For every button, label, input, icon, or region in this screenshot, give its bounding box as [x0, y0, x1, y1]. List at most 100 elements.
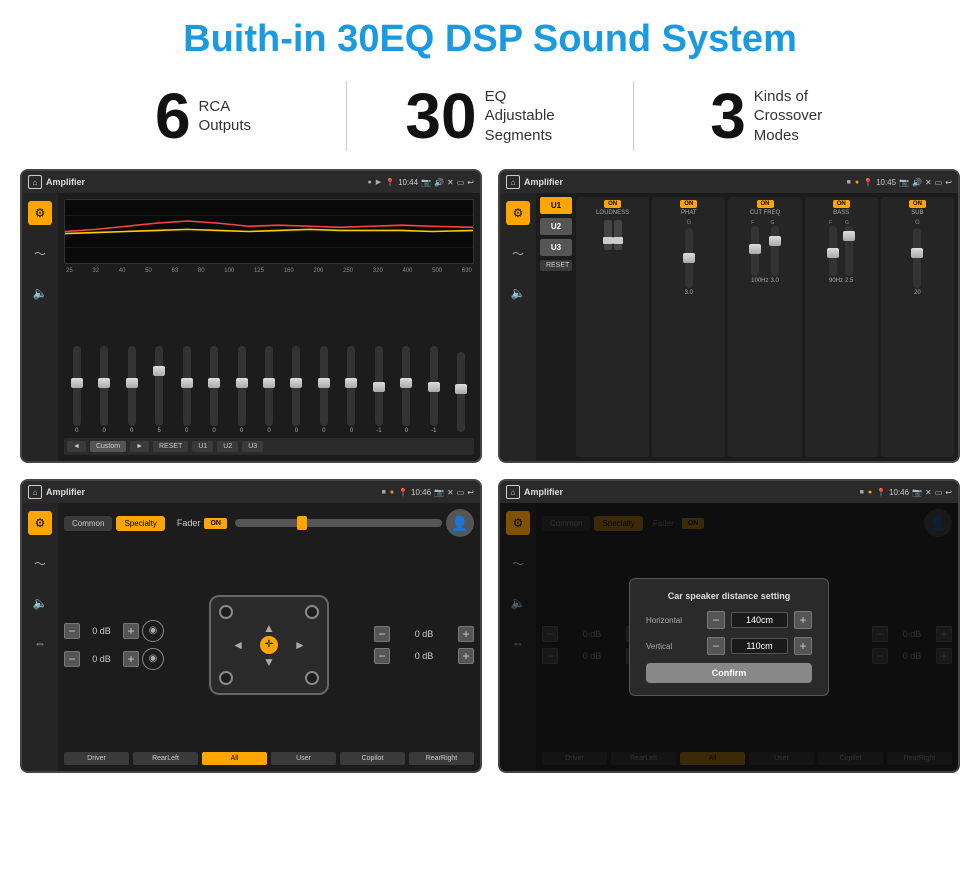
speaker-icon[interactable]: 🔈 — [28, 281, 52, 305]
screen1-title: Amplifier — [46, 177, 363, 187]
tab-specialty[interactable]: Specialty — [116, 516, 164, 531]
eq-icon[interactable]: ⚙ — [28, 201, 52, 225]
stat-crossover: 3 Kinds of Crossover Modes — [634, 84, 920, 148]
screen-eq: ⌂ Amplifier ● ▶ 📍 10:44 📷 🔊 ✕ ▭ ↩ ⚙ 〜 🔈 — [20, 169, 482, 463]
status-icons-2: 📍 10:45 📷 🔊 ✕ ▭ ↩ — [863, 178, 952, 187]
bass-control: ON BASS F 90Hz G — [805, 197, 878, 457]
car-center: ✛ — [260, 636, 278, 654]
eq-slider-12: -1 — [366, 346, 391, 434]
preset-u2[interactable]: U2 — [540, 218, 572, 235]
status-icons-1: 📍 10:44 📷 🔊 ✕ ▭ ↩ — [385, 178, 474, 187]
home-icon-2[interactable]: ⌂ — [506, 175, 520, 189]
amp-reset[interactable]: RESET — [540, 260, 572, 271]
speaker-rr — [305, 671, 319, 685]
stat-number-eq: 30 — [405, 84, 476, 148]
confirm-button[interactable]: Confirm — [646, 663, 812, 683]
btn-all[interactable]: All — [202, 752, 267, 765]
amp-main: U1 U2 U3 RESET ON LOUDNESS — [536, 193, 958, 461]
u2-button[interactable]: U2 — [217, 441, 238, 452]
fader-bottom: Driver RearLeft All User Copilot RearRig… — [64, 752, 474, 765]
speaker-fr — [305, 605, 319, 619]
loudness-control: ON LOUDNESS — [576, 197, 649, 457]
screen4-body: ⚙ 〜 🔈 ⇔ Common Specialty Fader ON 👤 − — [500, 503, 958, 771]
u3-button[interactable]: U3 — [242, 441, 263, 452]
eq-slider-2: 0 — [91, 346, 116, 434]
btn-copilot[interactable]: Copilot — [340, 752, 405, 765]
btn-rearright[interactable]: RearRight — [409, 752, 474, 765]
horizontal-minus[interactable]: − — [707, 611, 725, 629]
fader-content: − 0 dB + ◉ − 0 dB + ◉ — [64, 541, 474, 748]
vertical-minus[interactable]: − — [707, 637, 725, 655]
screen3-body: ⚙ 〜 🔈 ⇔ Common Specialty Fader ON — [22, 503, 480, 771]
db-minus-4[interactable]: − — [374, 648, 390, 664]
vertical-label: Vertical — [646, 642, 701, 651]
btn-driver[interactable]: Driver — [64, 752, 129, 765]
eq-icon-2[interactable]: ⚙ — [506, 201, 530, 225]
custom-button[interactable]: Custom — [90, 441, 126, 452]
stat-eq: 30 EQ Adjustable Segments — [347, 84, 633, 148]
fader-label: Fader — [177, 518, 201, 528]
db-minus-2[interactable]: − — [64, 651, 80, 667]
cutfreq-on[interactable]: ON — [757, 200, 774, 208]
u1-button[interactable]: U1 — [192, 441, 213, 452]
screen4-title: Amplifier — [524, 487, 856, 497]
btn-user[interactable]: User — [271, 752, 336, 765]
wave-icon[interactable]: 〜 — [28, 241, 52, 265]
speaker-circle-1: ◉ — [142, 620, 164, 642]
home-icon-3[interactable]: ⌂ — [28, 485, 42, 499]
sub-on[interactable]: ON — [909, 200, 926, 208]
play-button[interactable]: ► — [130, 441, 149, 452]
eq-graph — [64, 199, 474, 264]
status-bar-3: ⌂ Amplifier ■ ● 📍 10:46 📷 ✕ ▭ ↩ — [22, 481, 480, 503]
arrows-icon-3[interactable]: ⇔ — [28, 631, 52, 655]
screen2-title: Amplifier — [524, 177, 843, 187]
fader-avatar: 👤 — [446, 509, 474, 537]
loudness-on[interactable]: ON — [604, 200, 621, 208]
screens-grid: ⌂ Amplifier ● ▶ 📍 10:44 📷 🔊 ✕ ▭ ↩ ⚙ 〜 🔈 — [0, 169, 980, 789]
vertical-plus[interactable]: + — [794, 637, 812, 655]
horizontal-label: Horizontal — [646, 616, 701, 625]
stat-text-crossover: Kinds of Crossover Modes — [754, 87, 844, 146]
eq-slider-11: 0 — [339, 346, 364, 434]
side-icons-1: ⚙ 〜 🔈 — [22, 193, 58, 461]
tab-common[interactable]: Common — [64, 516, 112, 531]
home-icon[interactable]: ⌂ — [28, 175, 42, 189]
bass-label: BASS — [833, 210, 849, 216]
bass-on[interactable]: ON — [833, 200, 850, 208]
prev-button[interactable]: ◄ — [67, 441, 86, 452]
db-plus-2[interactable]: + — [123, 651, 139, 667]
phat-on[interactable]: ON — [680, 200, 697, 208]
distance-dialog: Car speaker distance setting Horizontal … — [629, 578, 829, 696]
horizontal-plus[interactable]: + — [794, 611, 812, 629]
speaker-icon-2[interactable]: 🔈 — [506, 281, 530, 305]
screen-distance: ⌂ Amplifier ■ ● 📍 10:46 📷 ✕ ▭ ↩ ⚙ 〜 🔈 ⇔ — [498, 479, 960, 773]
stat-text-rca: RCA Outputs — [199, 97, 252, 136]
wave-icon-3[interactable]: 〜 — [28, 551, 52, 575]
db-plus-3[interactable]: + — [458, 626, 474, 642]
eq-slider-4: 5 — [146, 346, 171, 434]
preset-u1[interactable]: U1 — [540, 197, 572, 214]
reset-button[interactable]: RESET — [153, 441, 188, 452]
amp-controls: ON LOUDNESS ON — [576, 197, 954, 457]
fader-right: − 0 dB + − 0 dB + — [374, 541, 474, 748]
preset-u3[interactable]: U3 — [540, 239, 572, 256]
eq-icon-3[interactable]: ⚙ — [28, 511, 52, 535]
db-minus-1[interactable]: − — [64, 623, 80, 639]
db-plus-4[interactable]: + — [458, 648, 474, 664]
fader-db-row-1: − 0 dB + ◉ — [64, 620, 164, 642]
btn-rearleft[interactable]: RearLeft — [133, 752, 198, 765]
home-icon-4[interactable]: ⌂ — [506, 485, 520, 499]
status-icons-3: 📍 10:46 📷 ✕ ▭ ↩ — [398, 488, 474, 497]
speaker-icon-3[interactable]: 🔈 — [28, 591, 52, 615]
dialog-title: Car speaker distance setting — [646, 591, 812, 601]
fader-db-row-2: − 0 dB + ◉ — [64, 648, 164, 670]
db-plus-1[interactable]: + — [123, 623, 139, 639]
wave-icon-2[interactable]: 〜 — [506, 241, 530, 265]
fader-on-badge: ON — [204, 518, 227, 529]
db-minus-3[interactable]: − — [374, 626, 390, 642]
db-value-3: 0 dB — [393, 629, 455, 639]
eq-slider-5: 0 — [174, 346, 199, 434]
eq-controls: ◄ Custom ► RESET U1 U2 U3 — [64, 438, 474, 455]
phat-label: PHAT — [681, 210, 697, 216]
stat-rca: 6 RCA Outputs — [60, 84, 346, 148]
